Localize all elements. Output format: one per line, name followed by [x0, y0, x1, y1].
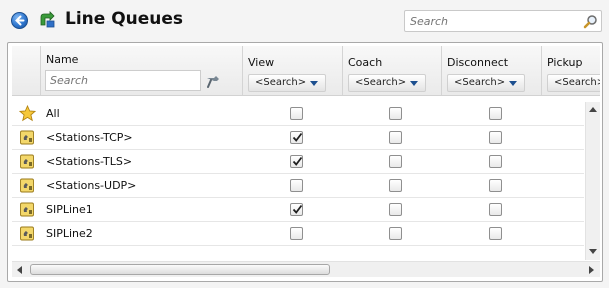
checkmark-icon — [292, 156, 303, 166]
column-header-disconnect: Disconnect <Search> — [441, 46, 541, 95]
coach-checkbox[interactable] — [389, 179, 402, 192]
line-icon — [20, 226, 34, 241]
back-arrow-icon[interactable] — [11, 12, 28, 29]
column-label-coach: Coach — [348, 56, 383, 69]
coach-checkbox[interactable] — [389, 155, 402, 168]
star-icon — [19, 105, 36, 122]
disconnect-checkbox[interactable] — [489, 107, 502, 120]
checkmark-icon — [292, 132, 303, 142]
column-header-view: View <Search> — [242, 46, 342, 95]
coach-checkbox[interactable] — [389, 107, 402, 120]
row-name: <Stations-TCP> — [46, 131, 133, 144]
table-row[interactable]: SIPLine1 — [12, 198, 584, 222]
table-row[interactable]: SIPLine2 — [12, 222, 584, 246]
vertical-scrollbar[interactable] — [585, 102, 600, 260]
chevron-down-icon — [310, 81, 318, 86]
disconnect-checkbox[interactable] — [489, 131, 502, 144]
search-input[interactable] — [408, 13, 578, 29]
disconnect-checkbox[interactable] — [489, 227, 502, 240]
coach-checkbox[interactable] — [389, 227, 402, 240]
chevron-down-icon — [410, 81, 418, 86]
view-checkbox[interactable] — [290, 107, 303, 120]
table-row[interactable]: <Stations-TLS> — [12, 150, 584, 174]
view-filter-dropdown[interactable]: <Search> — [248, 74, 326, 92]
grid-header: Name View <Search> Coach <Search> Discon… — [12, 46, 600, 96]
name-search-input[interactable] — [48, 73, 196, 88]
header-bar: Line Queues — [0, 0, 609, 40]
view-checkbox[interactable] — [290, 203, 303, 216]
disconnect-filter-dropdown[interactable]: <Search> — [447, 74, 525, 92]
view-checkbox[interactable] — [290, 227, 303, 240]
disconnect-filter-value: <Search> — [454, 77, 506, 88]
line-icon — [20, 202, 34, 217]
view-checkbox[interactable] — [290, 179, 303, 192]
view-checkbox[interactable] — [290, 131, 303, 144]
horizontal-scrollbar[interactable] — [12, 261, 600, 277]
column-header-coach: Coach <Search> — [342, 46, 441, 95]
column-label-pickup: Pickup — [547, 56, 583, 69]
checkmark-icon — [292, 204, 303, 214]
row-name: All — [46, 107, 60, 120]
scroll-up-icon[interactable] — [589, 107, 597, 112]
filter-icon[interactable] — [206, 76, 220, 88]
row-name: SIPLine2 — [46, 227, 93, 240]
table-row[interactable]: All — [12, 102, 584, 126]
row-name: SIPLine1 — [46, 203, 93, 216]
page-title: Line Queues — [65, 9, 184, 29]
scroll-down-icon[interactable] — [589, 249, 597, 254]
column-label-disconnect: Disconnect — [447, 56, 509, 69]
table-row[interactable]: <Stations-TCP> — [12, 126, 584, 150]
column-label-name: Name — [46, 53, 79, 66]
coach-filter-dropdown[interactable]: <Search> — [348, 74, 426, 92]
station-icon — [20, 154, 34, 169]
disconnect-checkbox[interactable] — [489, 203, 502, 216]
coach-checkbox[interactable] — [389, 131, 402, 144]
coach-filter-value: <Search> — [355, 77, 407, 88]
column-header-pickup: Pickup <Search> — [541, 46, 600, 95]
column-label-view: View — [248, 56, 275, 69]
view-checkbox[interactable] — [290, 155, 303, 168]
pickup-filter-dropdown[interactable]: <Search> — [547, 74, 600, 92]
station-icon — [20, 178, 34, 193]
row-name: <Stations-UDP> — [46, 179, 137, 192]
table-row[interactable]: <Stations-UDP> — [12, 174, 584, 198]
station-icon — [20, 130, 34, 145]
row-name: <Stations-TLS> — [46, 155, 133, 168]
line-queues-icon — [40, 11, 55, 28]
scroll-left-icon[interactable] — [17, 266, 22, 274]
search-icon[interactable] — [583, 14, 598, 29]
line-queues-grid: Name View <Search> Coach <Search> Discon… — [7, 42, 603, 282]
horizontal-scroll-thumb[interactable] — [30, 264, 330, 275]
pickup-filter-value: <Search> — [554, 77, 600, 88]
coach-checkbox[interactable] — [389, 203, 402, 216]
search-box — [404, 10, 602, 32]
chevron-down-icon — [509, 81, 517, 86]
disconnect-checkbox[interactable] — [489, 179, 502, 192]
view-filter-value: <Search> — [255, 77, 307, 88]
disconnect-checkbox[interactable] — [489, 155, 502, 168]
scroll-right-icon[interactable] — [589, 266, 594, 274]
name-search-box — [45, 70, 201, 91]
